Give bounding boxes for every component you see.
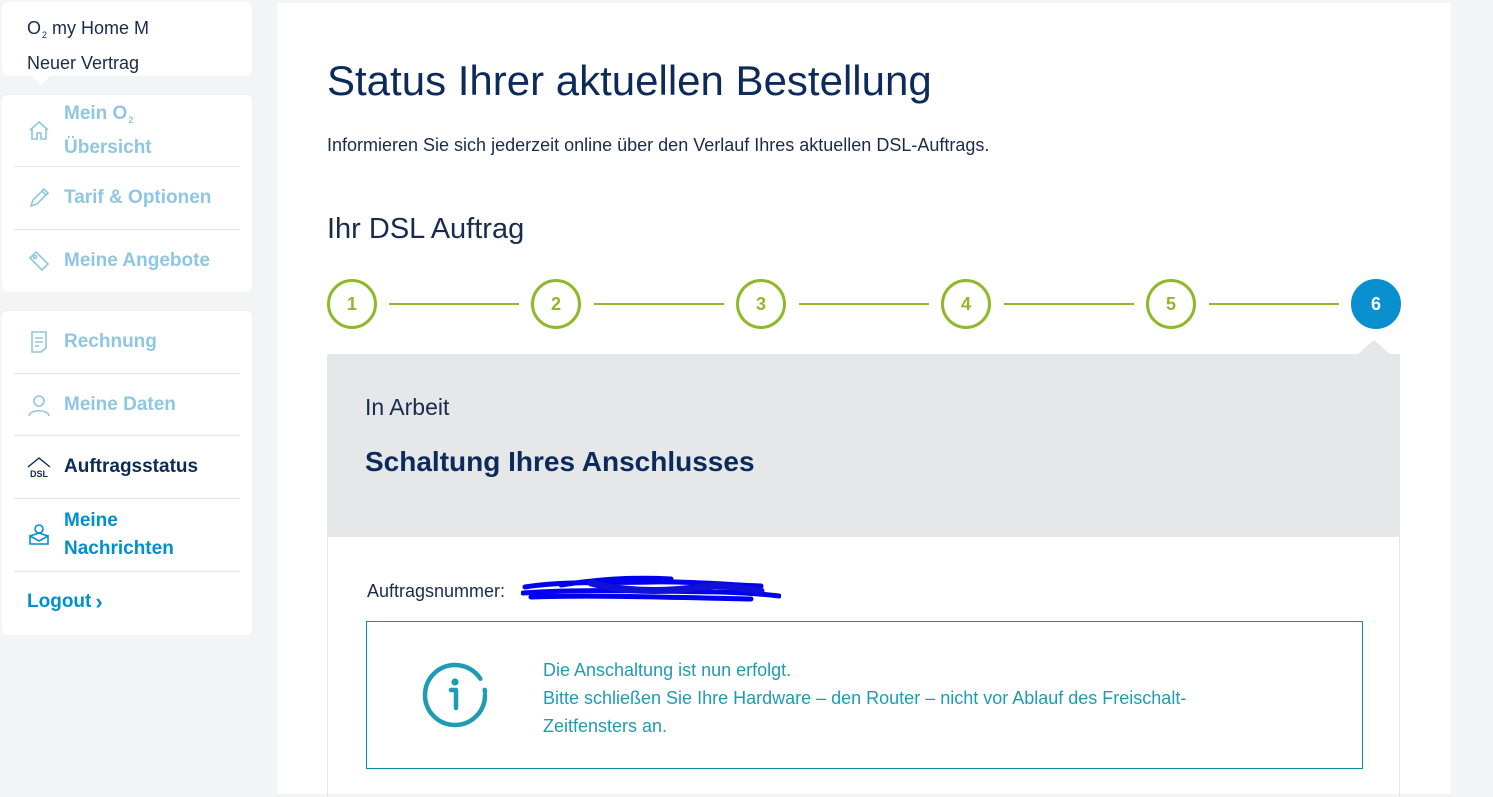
status-pointer — [1358, 340, 1390, 354]
order-details: Auftragsnummer: Die Anschaltung ist nun … — [327, 537, 1400, 797]
sidebar-item-label: Rechnung — [64, 331, 157, 352]
status-title: Schaltung Ihres Anschlusses — [365, 446, 755, 477]
sidebar-item-overview[interactable]: Mein O2 Übersicht — [14, 95, 240, 167]
sidebar-item-invoice[interactable]: Rechnung — [14, 311, 240, 374]
step-connector — [594, 303, 724, 305]
dsl-icon: DSL — [27, 457, 51, 479]
sidebar-item-my-data[interactable]: Meine Daten — [14, 374, 240, 436]
messages-icon — [29, 524, 49, 545]
info-box: Die Anschaltung ist nun erfolgt. Bitte s… — [366, 621, 1363, 769]
sidebar-item-offers[interactable]: Meine Angebote — [14, 230, 240, 292]
main-content: Status Ihrer aktuellen Bestellung Inform… — [277, 3, 1451, 797]
step-1[interactable]: 1 — [327, 279, 377, 329]
chevron-right-icon: › — [95, 589, 103, 614]
step-3[interactable]: 3 — [736, 279, 786, 329]
sidebar-item-label: Meine Nachrichten — [64, 510, 174, 559]
page-title: Status Ihrer aktuellen Bestellung — [327, 57, 932, 104]
step-6-current[interactable]: 6 — [1351, 279, 1401, 329]
nav-card-account: Rechnung Meine Daten DSL Auftragsstatus … — [2, 311, 252, 635]
sidebar-item-label: Mein O2 Übersicht — [64, 102, 152, 158]
sidebar-item-label: Tarif & Optionen — [64, 187, 212, 208]
step-connector — [1209, 303, 1339, 305]
status-panel: In Arbeit Schaltung Ihres Anschlusses — [327, 354, 1400, 537]
sidebar-item-label: Auftragsstatus — [64, 456, 199, 477]
svg-text:DSL: DSL — [30, 469, 49, 479]
step-2[interactable]: 2 — [531, 279, 581, 329]
info-line: Zeitfensters an. — [543, 716, 668, 736]
sidebar-item-label: Meine Angebote — [64, 250, 211, 271]
order-number-label: Auftragsnummer: — [367, 581, 506, 601]
step-connector — [389, 303, 519, 305]
selector-notch — [32, 76, 50, 85]
sidebar-item-tariff[interactable]: Tarif & Optionen — [14, 167, 240, 230]
step-connector — [799, 303, 929, 305]
info-line: Die Anschaltung ist nun erfolgt. — [543, 660, 792, 680]
info-line: Bitte schließen Sie Ihre Hardware – den … — [543, 688, 1187, 708]
info-icon — [422, 662, 488, 728]
status-state: In Arbeit — [365, 394, 450, 420]
tag-icon — [28, 250, 50, 272]
sidebar-item-label: Meine Daten — [64, 393, 176, 415]
contract-subtitle: Neuer Vertrag — [27, 53, 140, 73]
page-intro: Informieren Sie sich jederzeit online üb… — [327, 135, 990, 155]
section-title: Ihr DSL Auftrag — [327, 213, 525, 245]
info-message: Die Anschaltung ist nun erfolgt. Bitte s… — [543, 656, 1263, 740]
pencil-icon — [29, 187, 50, 208]
step-5[interactable]: 5 — [1146, 279, 1196, 329]
sidebar-item-order-status[interactable]: DSL Auftragsstatus — [14, 436, 240, 499]
step-4[interactable]: 4 — [941, 279, 991, 329]
step-connector — [1004, 303, 1134, 305]
contract-title: O2 my Home M — [27, 18, 150, 40]
nav-card-main: Mein O2 Übersicht Tarif & Optionen Meine … — [2, 95, 252, 292]
home-icon — [29, 120, 49, 140]
logout-label: Logout — [27, 591, 92, 612]
invoice-icon — [31, 331, 47, 353]
user-icon — [28, 394, 50, 416]
redacted-order-number — [521, 575, 781, 602]
sidebar-item-messages[interactable]: Meine Nachrichten — [14, 499, 240, 572]
contract-selector[interactable]: O2 my Home M Neuer Vertrag — [2, 2, 252, 85]
logout-link[interactable]: Logout › — [14, 572, 240, 632]
